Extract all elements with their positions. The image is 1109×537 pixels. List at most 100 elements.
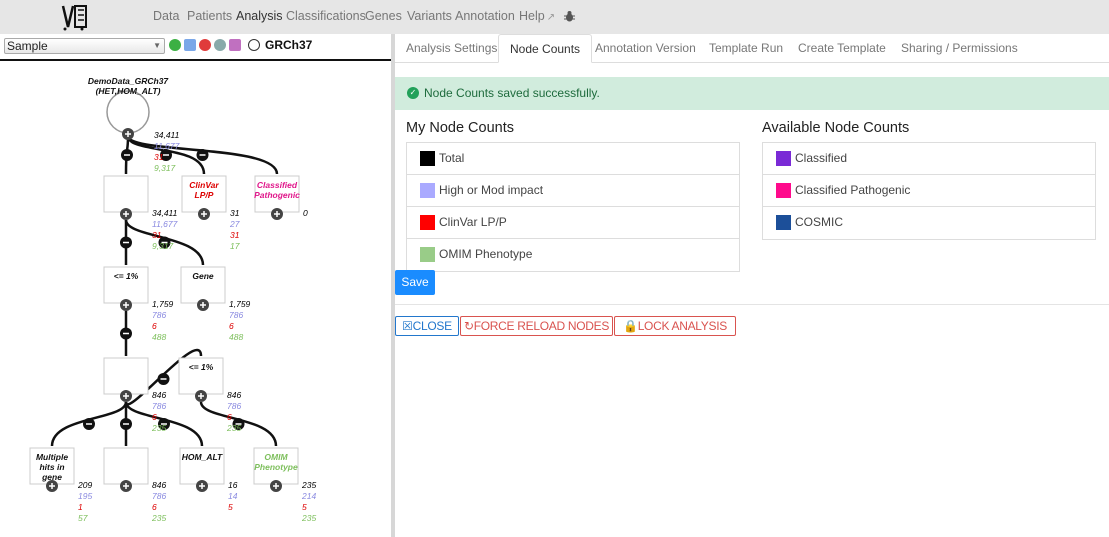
nav-analysis[interactable]: Analysis (236, 9, 283, 23)
tab-template-run[interactable]: Template Run (698, 34, 794, 63)
external-link-icon: ↗ (546, 12, 556, 23)
color-swatch (420, 183, 435, 198)
lock-analysis-button[interactable]: 🔒LOCK ANALYSIS (614, 316, 736, 336)
list-item[interactable]: ClinVar LP/P (407, 207, 739, 239)
node-count: 5 (302, 502, 307, 512)
node-count: 786 (229, 310, 243, 320)
close-button[interactable]: ☒CLOSE (395, 316, 459, 336)
available-node-counts-heading: Available Node Counts (762, 120, 910, 136)
node-count: 6 (152, 412, 157, 422)
tab-sharing-permissions[interactable]: Sharing / Permissions (890, 34, 1029, 63)
node-count: 786 (152, 310, 166, 320)
node-label: Phenotype (254, 462, 298, 472)
count-label: Classified (795, 151, 848, 165)
list-item[interactable]: Total (407, 143, 739, 175)
delete-node-icon[interactable] (199, 39, 211, 51)
close-label: CLOSE (412, 319, 452, 333)
node-count: 235 (151, 513, 166, 523)
sample-select[interactable]: Sample ▼ (4, 38, 165, 54)
list-item[interactable]: COSMIC (763, 207, 1095, 239)
reload-label: FORCE RELOAD NODES (473, 319, 610, 333)
analysis-node-pop-frequency[interactable]: <= 1% 1,7597866488 (103, 266, 174, 342)
lasso-icon[interactable] (248, 39, 260, 51)
node-count: 786 (152, 401, 166, 411)
genome-build-label: GRCh37 (265, 38, 313, 52)
nav-classifications[interactable]: Classifications (286, 9, 366, 23)
settings-gear-icon[interactable] (214, 39, 226, 51)
available-node-counts-list[interactable]: Classified Classified Pathogenic COSMIC (762, 142, 1096, 240)
node-count: 488 (152, 332, 166, 342)
analysis-node-graph[interactable]: DemoData_GRCh37(HET,HOM_ALT)34,41111,677… (0, 61, 391, 537)
save-button[interactable]: Save (395, 270, 435, 295)
tab-annotation-version[interactable]: Annotation Version (584, 34, 707, 63)
nav-help[interactable]: Help ↗ (519, 9, 555, 23)
tab-analysis-settings[interactable]: Analysis Settings (395, 34, 508, 63)
node-count: 27 (229, 219, 240, 229)
node-count: 57 (78, 513, 88, 523)
color-swatch (776, 183, 791, 198)
count-label: Total (439, 151, 465, 165)
node-count: 846 (227, 390, 241, 400)
list-item[interactable]: Classified Pathogenic (763, 175, 1095, 207)
color-swatch (420, 151, 435, 166)
my-node-counts-heading: My Node Counts (406, 120, 514, 136)
close-icon: ☒ (402, 319, 413, 333)
node-label: hits in (39, 462, 64, 472)
analysis-node-compound-het[interactable]: Multiplehits ingene209195157 (29, 447, 92, 523)
node-count: 1,759 (152, 299, 174, 309)
node-label: Multiple (36, 452, 68, 462)
node-count: 34,411 (152, 208, 178, 218)
app-logo-icon[interactable] (60, 3, 90, 31)
analysis-node-omim[interactable]: OMIMPhenotype2352145235 (253, 447, 316, 523)
nav-annotation[interactable]: Annotation (455, 9, 515, 23)
analysis-node-zygosity[interactable]: HOM_ALT 16145 (179, 447, 238, 512)
analysis-node-gene-list[interactable]: Gene 1,7597866488 (180, 266, 251, 342)
color-swatch (420, 247, 435, 262)
nav-help-label: Help (519, 9, 545, 23)
analysis-node-pedigree[interactable]: 8467866235 (103, 447, 166, 523)
add-node-icon[interactable] (169, 39, 181, 51)
node-label: (HET,HOM_ALT) (96, 86, 161, 96)
node-count: 9,317 (154, 163, 176, 173)
node-count: 11,677 (154, 141, 180, 151)
node-count: 235 (301, 480, 316, 490)
tab-node-counts[interactable]: Node Counts (498, 34, 593, 63)
node-label: Classified (257, 180, 298, 190)
list-item[interactable]: OMIM Phenotype (407, 239, 739, 271)
tab-create-template[interactable]: Create Template (787, 34, 897, 63)
analysis-node-classified-pathogenic[interactable]: ClassifiedPathogenic0 (254, 175, 308, 220)
node-count: 214 (301, 491, 316, 501)
chevron-down-icon: ▼ (153, 41, 161, 50)
node-label: <= 1% (189, 362, 214, 372)
node-box (103, 357, 149, 395)
node-count: 9,317 (152, 241, 174, 251)
alert-message: Node Counts saved successfully. (424, 86, 600, 100)
node-count: 846 (152, 390, 166, 400)
node-count: 786 (227, 401, 241, 411)
list-item[interactable]: High or Mod impact (407, 175, 739, 207)
force-reload-nodes-button[interactable]: ↻FORCE RELOAD NODES (460, 316, 613, 336)
node-count: 195 (78, 491, 92, 501)
analysis-settings-panel: Analysis Settings Node Counts Annotation… (395, 34, 1109, 537)
node-count: 31 (230, 208, 240, 218)
color-swatch (420, 215, 435, 230)
nav-patients[interactable]: Patients (187, 9, 232, 23)
node-count: 16 (228, 480, 238, 490)
list-item[interactable]: Classified (763, 143, 1095, 175)
analysis-node-damage[interactable]: 8467866235 (103, 357, 166, 433)
nav-variants[interactable]: Variants (407, 9, 452, 23)
bug-icon[interactable] (563, 10, 576, 23)
section-divider (395, 304, 1109, 305)
node-label: Gene (192, 271, 214, 281)
node-count: 6 (227, 412, 232, 422)
analysis-node-pop-frequency-2[interactable]: <= 1% 8467866235 (178, 357, 241, 433)
copy-node-icon[interactable] (184, 39, 196, 51)
nav-genes[interactable]: Genes (365, 9, 402, 23)
analysis-node-clinvar[interactable]: ClinVarLP/P31273117 (181, 175, 240, 251)
count-label: Classified Pathogenic (795, 183, 911, 197)
my-node-counts-list[interactable]: Total High or Mod impact ClinVar LP/P OM… (406, 142, 740, 272)
node-count: 235 (301, 513, 316, 523)
nav-data[interactable]: Data (153, 9, 179, 23)
layout-icon[interactable] (229, 39, 241, 51)
lock-icon: 🔒 (623, 319, 638, 333)
